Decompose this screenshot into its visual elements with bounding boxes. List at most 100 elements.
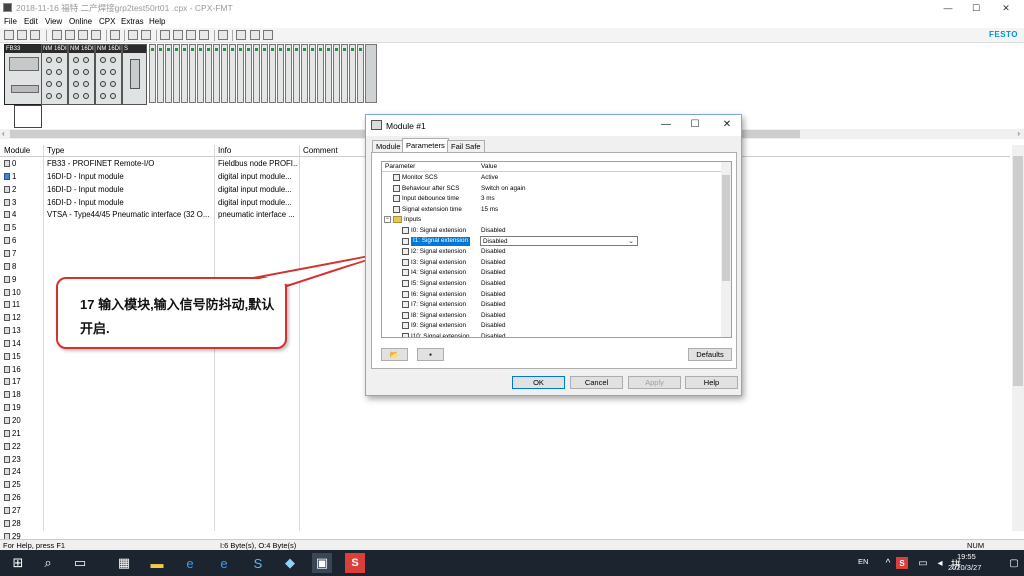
dialog-title: Module #1 — [386, 121, 426, 131]
ok-button[interactable]: OK — [512, 376, 565, 389]
parameter-name: Signal extension time — [402, 205, 462, 213]
parameter-value: Disabled — [481, 290, 506, 298]
parameter-icon — [402, 301, 409, 309]
parameter-icon — [402, 290, 409, 298]
input-parameter-row[interactable]: I9: Signal extension Disabled — [382, 320, 723, 331]
parameter-name: Input debounce time — [402, 195, 460, 203]
dialog-maximize-button[interactable]: ☐ — [688, 119, 702, 130]
status-help: For Help, press F1 — [3, 541, 66, 550]
input-parameter-row[interactable]: I5: Signal extension Disabled — [382, 278, 723, 289]
parameter-icon — [402, 237, 409, 245]
status-num: NUM — [967, 541, 985, 550]
parameter-name: I2: Signal extension — [411, 248, 466, 256]
clock-date[interactable]: 2020/3/27 — [948, 563, 981, 572]
parameter-table: Parameter Value Monitor SCS Active Behavio… — [381, 161, 732, 338]
wps-tray-icon[interactable]: S — [896, 557, 908, 569]
collapse-icon[interactable]: − — [384, 216, 391, 224]
parameter-vscrollbar[interactable] — [721, 162, 731, 337]
parameter-name: I7: Signal extension — [411, 301, 466, 309]
parameter-icon — [393, 205, 400, 213]
folder-icon — [393, 216, 402, 224]
windows-start-icon[interactable]: ⊞ — [8, 553, 28, 573]
app-icon[interactable]: ◆ — [280, 553, 300, 573]
parameter-table-header: Parameter Value — [382, 162, 723, 172]
dropdown-value: Disabled — [483, 237, 508, 245]
parameter-icon — [402, 248, 409, 256]
input-parameter-row[interactable]: I10: Signal extension Disabled — [382, 331, 723, 338]
parameter-icon — [393, 184, 400, 192]
parameter-name: Monitor SCS — [402, 174, 438, 181]
calculator-icon[interactable]: ▦ — [114, 553, 134, 573]
chevron-down-icon[interactable]: ⌄ — [628, 237, 634, 245]
input-parameter-row[interactable]: I0: Signal extension Disabled — [382, 225, 723, 236]
parameter-value: 3 ms — [481, 195, 495, 203]
defaults-button[interactable]: Defaults — [688, 348, 732, 361]
parameter-row[interactable]: Signal extension time 15 ms — [382, 204, 723, 215]
parameter-value: Disabled — [481, 280, 506, 287]
inputs-group-row[interactable]: − Inputs — [382, 214, 723, 225]
dialog-close-button[interactable]: ✕ — [720, 119, 734, 130]
input-parameter-row[interactable]: I7: Signal extension Disabled — [382, 299, 723, 310]
parameter-icon — [402, 258, 409, 266]
notification-icon[interactable]: ▢ — [1004, 553, 1024, 573]
dialog-icon — [371, 120, 382, 130]
internet-explorer-icon[interactable]: e — [214, 553, 234, 573]
parameter-icon — [402, 269, 409, 277]
parameter-icon — [393, 195, 400, 203]
parameter-name: I5: Signal extension — [411, 280, 466, 287]
parameter-name: I9: Signal extension — [411, 322, 466, 330]
chevron-up-icon[interactable]: ^ — [878, 553, 898, 573]
parameter-value: Disabled — [481, 269, 506, 277]
input-parameter-row[interactable]: I8: Signal extension Disabled — [382, 310, 723, 321]
dialog-minimize-button[interactable]: — — [659, 119, 673, 130]
scroll-thumb[interactable] — [722, 175, 730, 281]
parameter-row[interactable]: Input debounce time 3 ms — [382, 193, 723, 204]
module-dialog: Module #1 — ☐ ✕ Module Parameters Fail S… — [365, 114, 742, 396]
parameter-name: I4: Signal extension — [411, 269, 466, 277]
parameter-icon — [402, 280, 409, 287]
task-view-icon[interactable]: ▭ — [70, 553, 90, 573]
open-file-button[interactable]: 📂 — [381, 348, 408, 361]
dialog-titlebar: Module #1 — ☐ ✕ — [366, 115, 741, 136]
col-value: Value — [481, 163, 498, 170]
parameters-panel: Parameter Value Monitor SCS Active Behavio… — [371, 152, 737, 369]
parameter-name: I6: Signal extension — [411, 290, 466, 298]
parameter-icon — [402, 322, 409, 330]
language-indicator[interactable]: EN — [858, 557, 868, 566]
parameter-name: I10: Signal extension — [411, 333, 470, 338]
parameter-value: Disabled — [481, 258, 506, 266]
col-parameter: Parameter — [385, 163, 416, 170]
value-dropdown[interactable]: Disabled ⌄ — [480, 235, 638, 246]
input-parameter-row[interactable]: I2: Signal extension Disabled — [382, 246, 723, 257]
apply-button[interactable]: Apply — [628, 376, 681, 389]
wps-icon[interactable]: S — [345, 553, 365, 573]
parameter-name: Behaviour after SCS — [402, 184, 460, 192]
parameter-row[interactable]: Monitor SCS Active — [382, 172, 723, 183]
cpx-fmt-taskbar-icon[interactable]: ▣ — [312, 553, 332, 573]
input-parameter-row[interactable]: I3: Signal extension Disabled — [382, 257, 723, 268]
skype-icon[interactable]: S — [248, 553, 268, 573]
help-button[interactable]: Help — [685, 376, 738, 389]
taskbar: ⊞ ⌕ ▭ ▦ ▬ e e S ◆ ▣ S EN ^ S ▭ ◂ 拼 19:55… — [0, 550, 1024, 576]
clock-time[interactable]: 19:55 — [957, 552, 976, 561]
file-explorer-icon[interactable]: ▬ — [147, 553, 167, 573]
parameter-icon — [393, 174, 400, 181]
search-icon[interactable]: ⌕ — [38, 553, 58, 573]
tab-parameters[interactable]: Parameters — [402, 138, 449, 153]
input-parameter-row[interactable]: I6: Signal extension Disabled — [382, 289, 723, 300]
inputs-group-label: Inputs — [404, 216, 422, 224]
parameter-name: I0: Signal extension — [411, 227, 466, 234]
parameter-value: Disabled — [481, 311, 506, 319]
input-parameter-row[interactable]: I1: Signal extension Disabled ⌄ — [382, 235, 723, 247]
cancel-button[interactable]: Cancel — [570, 376, 623, 389]
parameter-value: Disabled — [481, 227, 506, 234]
save-file-button[interactable]: ▪ — [417, 348, 444, 361]
input-parameter-row[interactable]: I4: Signal extension Disabled — [382, 267, 723, 278]
parameter-name: I8: Signal extension — [411, 311, 466, 319]
status-bar: For Help, press F1 I:6 Byte(s), O:4 Byte… — [0, 539, 1024, 550]
parameter-row[interactable]: Behaviour after SCS Switch on again — [382, 183, 723, 194]
edge-icon[interactable]: e — [180, 553, 200, 573]
parameter-value: 15 ms — [481, 205, 499, 213]
parameter-value: Switch on again — [481, 184, 526, 192]
parameter-value: Disabled — [481, 248, 506, 256]
